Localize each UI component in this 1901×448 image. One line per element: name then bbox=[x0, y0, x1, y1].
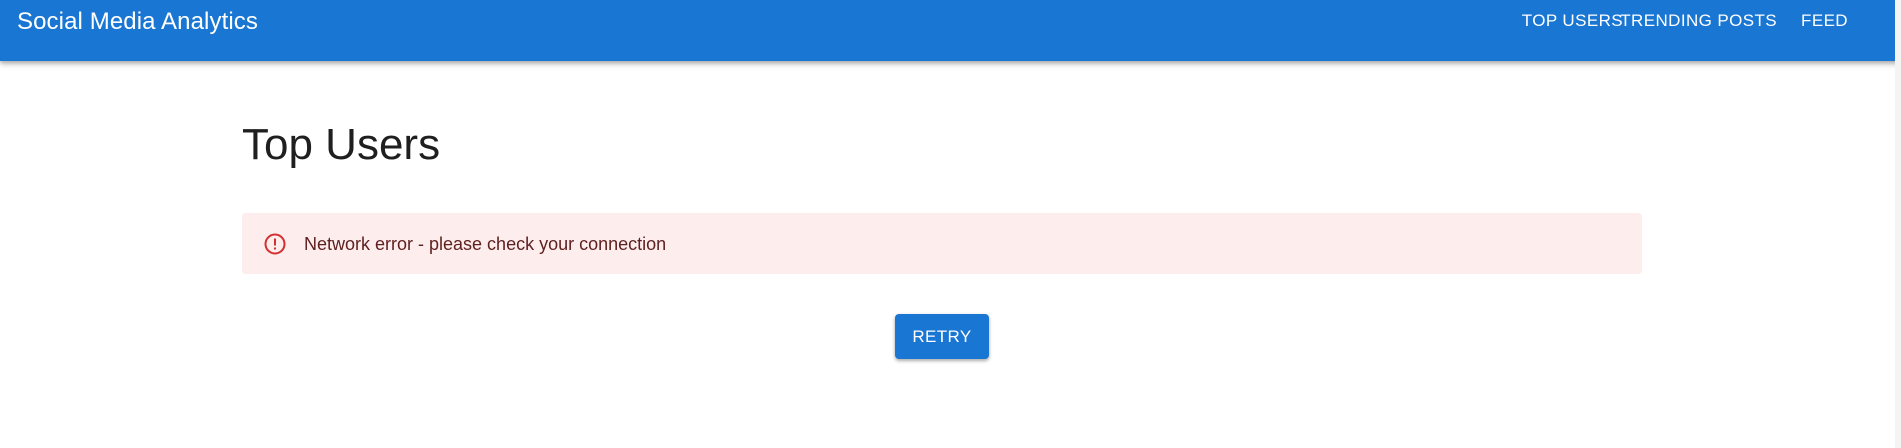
scrollbar-track[interactable] bbox=[1895, 0, 1901, 448]
app-bar: Social Media Analytics TOP USERS TRENDIN… bbox=[0, 0, 1901, 61]
retry-button[interactable]: RETRY bbox=[895, 314, 989, 359]
error-message: Network error - please check your connec… bbox=[304, 234, 667, 254]
error-alert: Network error - please check your connec… bbox=[242, 213, 1642, 274]
app-title: Social Media Analytics bbox=[17, 8, 258, 35]
nav-top-users[interactable]: TOP USERS bbox=[1522, 10, 1623, 32]
nav-feed[interactable]: FEED bbox=[1801, 10, 1848, 32]
nav-trending-posts[interactable]: TRENDING POSTS bbox=[1620, 10, 1777, 32]
page-title: Top Users bbox=[242, 120, 441, 169]
error-outline-icon bbox=[263, 232, 287, 256]
